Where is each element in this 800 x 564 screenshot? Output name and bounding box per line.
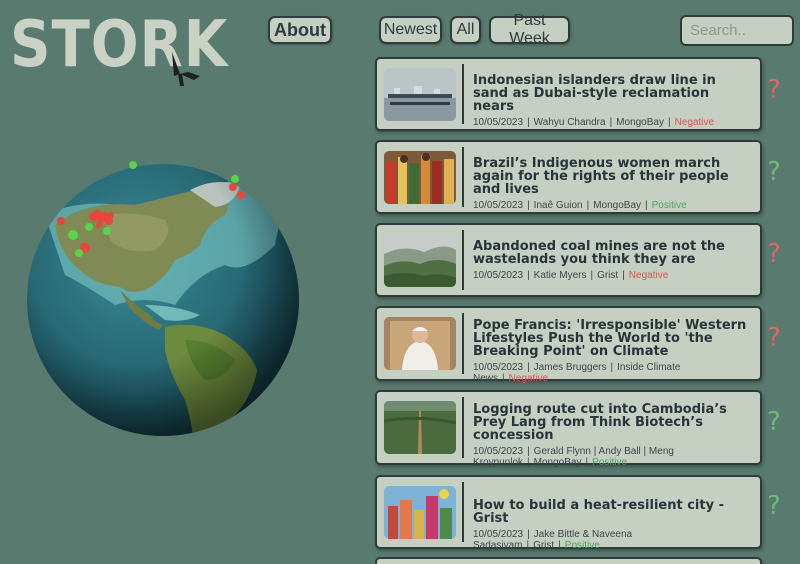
article-authors: James Bruggers <box>533 362 607 373</box>
about-button[interactable]: About <box>268 16 332 44</box>
article-date: 10/05/2023 <box>473 200 524 211</box>
article-title-link[interactable]: Pope Francis: 'Irresponsible' Western Li… <box>473 318 746 359</box>
boats-icon <box>384 68 456 121</box>
card-divider <box>462 147 464 207</box>
article-card-partial[interactable] <box>375 557 762 564</box>
card-divider <box>462 313 464 374</box>
article-authors: Katie Myers <box>533 270 587 281</box>
article-authors: Inaê Guion <box>533 200 583 211</box>
article-meta: 10/05/2023 | James Bruggers | Inside Climate… <box>473 362 681 384</box>
sentiment-label: Positive <box>564 540 600 551</box>
article-feed[interactable]: Indonesian islanders draw line in sand a… <box>375 57 800 564</box>
card-divider <box>462 230 464 290</box>
card-divider <box>462 482 464 542</box>
article-title-link[interactable]: Abandoned coal mines are not the wastela… <box>473 239 725 267</box>
forest-icon <box>384 234 456 287</box>
article-card[interactable]: Indonesian islanders draw line in sand a… <box>375 57 762 131</box>
search-input[interactable] <box>680 15 794 46</box>
article-meta: 10/05/2023 | Gerald Flynn | Andy Ball | Me… <box>473 446 674 468</box>
sentiment-label: Negative <box>628 270 669 281</box>
card-divider <box>462 397 464 458</box>
sentiment-question-icon[interactable]: ? <box>767 77 781 103</box>
article-card[interactable]: Brazil’s Indigenous women march again fo… <box>375 140 762 214</box>
globe-map[interactable] <box>25 155 305 445</box>
article-title-link[interactable]: Indonesian islanders draw line in sand a… <box>473 73 716 114</box>
article-source: Grist <box>597 270 619 281</box>
article-date: 10/05/2023 <box>473 362 524 373</box>
article-source: MongoBay <box>533 457 582 468</box>
article-title-link[interactable]: Logging route cut into Cambodia’s Prey L… <box>473 402 727 443</box>
article-source: MongoBay <box>593 200 642 211</box>
sentiment-question-icon[interactable]: ? <box>767 325 781 351</box>
article-card[interactable]: Pope Francis: 'Irresponsible' Western Li… <box>375 306 762 384</box>
past-week-filter-button[interactable]: Past Week <box>489 12 570 47</box>
sentiment-label: Positive <box>592 457 628 468</box>
article-date: 10/05/2023 <box>473 446 524 457</box>
article-meta: 10/05/2023 | Jake Bittle & Naveena Sadasiv… <box>473 529 633 551</box>
article-date: 10/05/2023 <box>473 117 524 128</box>
article-source: MongoBay <box>616 117 664 128</box>
stork-leg-icon <box>172 52 200 86</box>
globe-svg[interactable] <box>25 155 305 445</box>
article-title-link[interactable]: How to build a heat-resilient city - Gri… <box>473 498 724 526</box>
article-date: 10/05/2023 <box>473 270 524 281</box>
article-card[interactable]: How to build a heat-resilient city - Gri… <box>375 475 762 551</box>
newest-filter-button[interactable]: Newest <box>379 16 442 44</box>
sentiment-question-icon[interactable]: ? <box>767 409 781 435</box>
sentiment-question-icon[interactable]: ? <box>767 493 781 519</box>
march-icon <box>384 151 456 204</box>
sentiment-question-icon[interactable]: ? <box>767 241 781 267</box>
article-title-link[interactable]: Brazil’s Indigenous women march again fo… <box>473 156 729 197</box>
sentiment-label: Negative <box>674 117 715 128</box>
article-meta: 10/05/2023 | Katie Myers | Grist | Negative <box>473 270 669 281</box>
sentiment-label: Negative <box>508 373 549 384</box>
article-date: 10/05/2023 <box>473 529 524 540</box>
article-card[interactable]: Abandoned coal mines are not the wastela… <box>375 223 762 297</box>
all-filter-button[interactable]: All <box>450 16 481 44</box>
article-meta: 10/05/2023 | Wahyu Chandra | MongoBay | Negati… <box>473 117 715 128</box>
sentiment-label: Positive <box>651 200 687 211</box>
article-meta: 10/05/2023 | Inaê Guion | MongoBay | Positive <box>473 200 687 211</box>
road-icon <box>384 401 456 454</box>
pope-icon <box>384 317 456 370</box>
sentiment-question-icon[interactable]: ? <box>767 159 781 185</box>
card-divider <box>462 64 464 124</box>
article-card[interactable]: Logging route cut into Cambodia’s Prey L… <box>375 390 762 468</box>
article-authors: Wahyu Chandra <box>533 117 606 128</box>
article-source: Grist <box>533 540 555 551</box>
city-icon <box>384 486 456 539</box>
